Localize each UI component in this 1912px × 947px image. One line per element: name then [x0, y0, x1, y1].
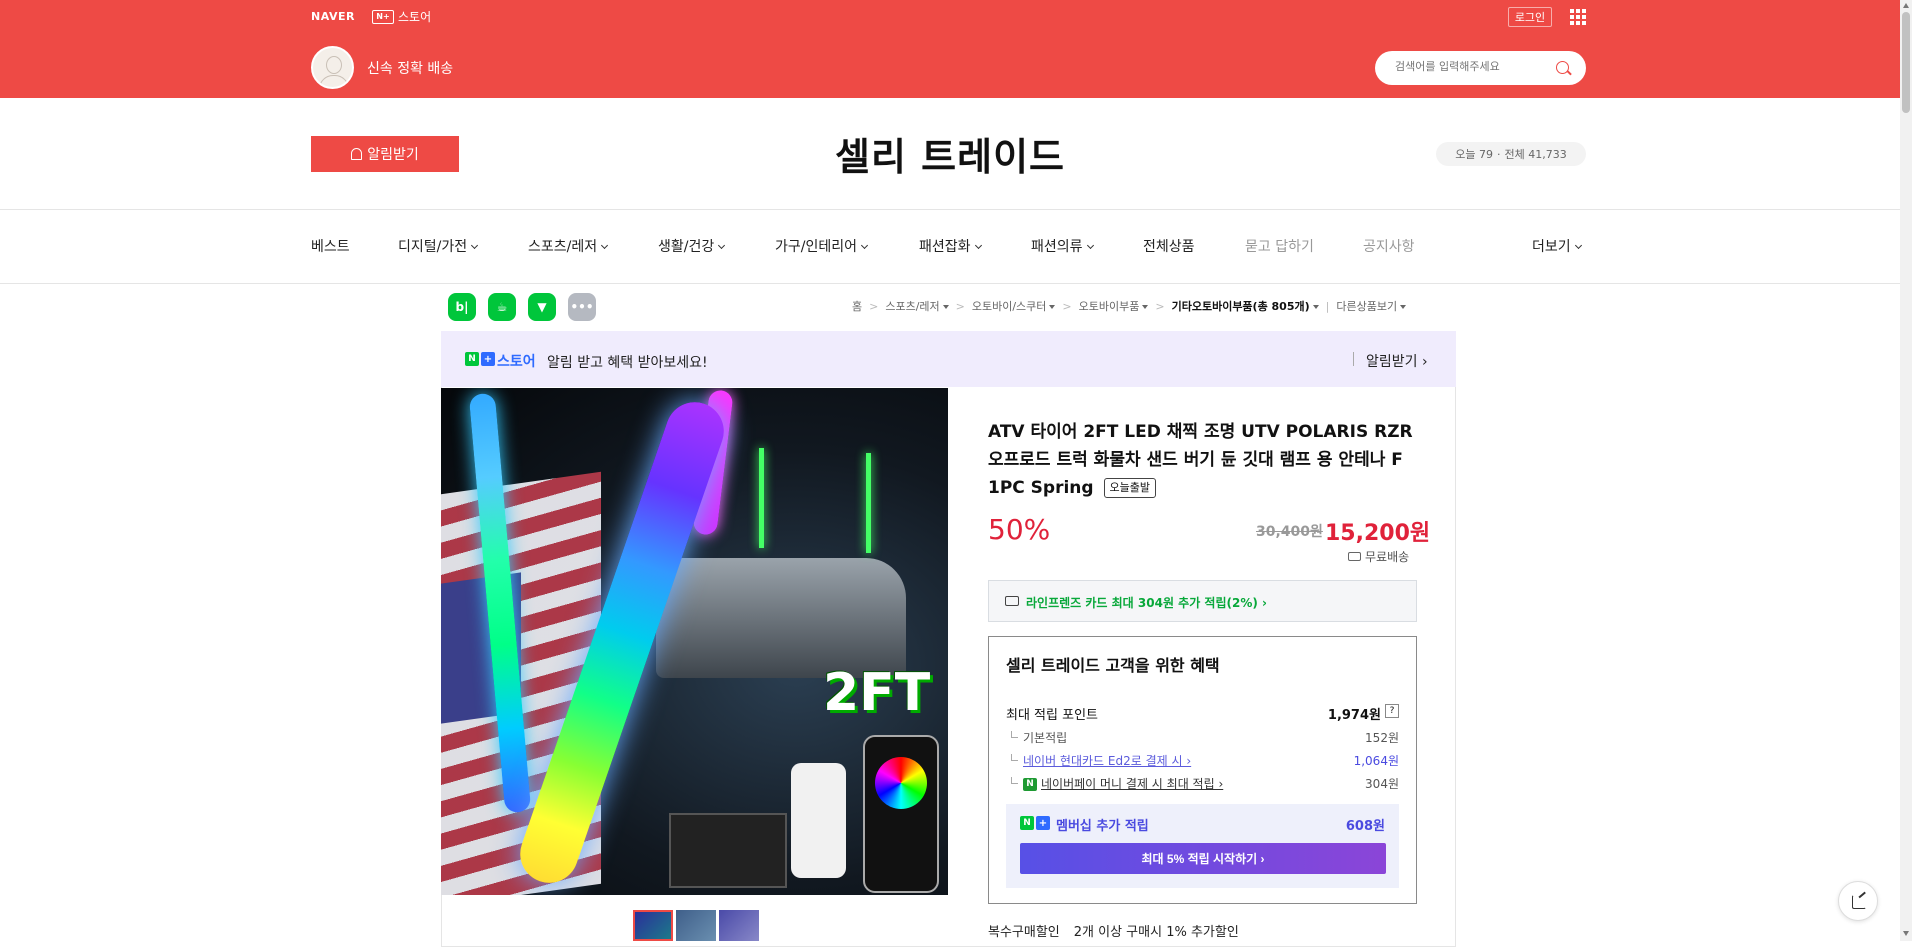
nplus-logo-icon: N +: [465, 352, 495, 366]
bookmark-share-icon[interactable]: ▼: [528, 293, 556, 321]
benefit-title: 셀리 트레이드 고객을 위한 혜택: [1006, 656, 1220, 675]
store-slogan: 신속 정확 배송: [367, 61, 454, 77]
nav-item-best[interactable]: 베스트: [311, 236, 350, 256]
multi-purchase-discount: 복수구매할인 2개 이상 구매시 1% 추가할인: [988, 921, 1239, 940]
chevron-down-icon: [860, 241, 869, 250]
chevron-down-icon: [1086, 241, 1094, 250]
product-title: ATV 타이어 2FT LED 채찍 조명 UTV POLARIS RZR 오프…: [988, 422, 1413, 498]
sale-price: 15,200원: [1325, 521, 1431, 546]
chevron-down-icon: [974, 241, 982, 250]
nav-item-furniture[interactable]: 가구/인테리어: [775, 236, 869, 256]
nplus-icon: N+: [372, 9, 394, 24]
more-share-icon[interactable]: •••: [568, 293, 596, 321]
nav-item-all-products[interactable]: 전체상품: [1143, 236, 1195, 256]
store-avatar[interactable]: [311, 46, 354, 89]
store-title[interactable]: 셀리 트레이드: [0, 126, 1900, 181]
nav-item-notice[interactable]: 공지사항: [1363, 236, 1415, 256]
npay-icon: N: [1023, 778, 1037, 791]
caret-down-icon: [942, 305, 949, 309]
breadcrumb-home[interactable]: 홈: [852, 298, 862, 314]
thumbnail-3[interactable]: [719, 910, 759, 941]
help-icon[interactable]: ?: [1385, 704, 1399, 718]
cafe-share-icon[interactable]: ☕: [488, 293, 516, 321]
hyundai-card-link[interactable]: 네이버 현대카드 Ed2로 결제 시 ›: [1023, 754, 1191, 768]
search-box[interactable]: [1375, 51, 1586, 85]
naver-logo[interactable]: NAVER: [311, 10, 355, 23]
visits-total: 전체 41,733: [1504, 148, 1567, 161]
membership-box: N + 멤버십 추가 적립 608원 최대 5% 적립 시작하기 ›: [1006, 804, 1399, 888]
breadcrumb-parts[interactable]: 오토바이부품: [1079, 298, 1149, 314]
max-points-value: 1,974원: [1327, 708, 1381, 723]
top-bar: NAVER N+ 스토어 로그인 신속 정확 배송: [0, 0, 1900, 98]
chevron-down-icon: [718, 241, 726, 250]
banner-store-label: 스토어: [497, 354, 536, 370]
page-scrollbar[interactable]: [1900, 0, 1912, 941]
caret-down-icon: [1312, 305, 1319, 309]
banner-divider: [1353, 352, 1354, 366]
nav-item-sports[interactable]: 스포츠/레저: [528, 236, 609, 256]
card-points-row: 네이버 현대카드 Ed2로 결제 시 › 1,064원: [1006, 752, 1399, 769]
banner-text: 알림 받고 혜택 받아보세요!: [547, 355, 708, 371]
multi-purchase-text: 2개 이상 구매시 1% 추가할인: [1073, 925, 1239, 940]
nav-item-living[interactable]: 생활/건강: [658, 236, 726, 256]
login-button[interactable]: 로그인: [1508, 7, 1552, 27]
credit-card-icon: [1005, 596, 1019, 606]
store-alarm-banner[interactable]: N + 스토어 알림 받고 혜택 받아보세요! 알림받기 ›: [441, 331, 1456, 387]
nav-item-digital[interactable]: 디지털/가전: [398, 236, 479, 256]
max-points-row: 최대 적립 포인트 1,974원 ?: [1006, 704, 1399, 723]
nav-item-fashion-goods[interactable]: 패션잡화: [919, 236, 982, 256]
card-benefit-text: 라인프렌즈 카드 최대 304원 추가 적립(2%) ›: [1026, 596, 1267, 610]
nav-item-fashion-clothing[interactable]: 패션의류: [1031, 236, 1094, 256]
search-input[interactable]: [1395, 60, 1555, 73]
benefit-panel: 셀리 트레이드 고객을 위한 혜택 최대 적립 포인트 1,974원 ? 기본적…: [988, 636, 1417, 904]
category-nav: 베스트 디지털/가전 스포츠/레저 생활/건강 가구/인테리어 패션잡화 패션의…: [311, 232, 1587, 260]
caret-down-icon: [1400, 305, 1407, 309]
caret-down-icon: [1049, 305, 1056, 309]
breadcrumb-sports[interactable]: 스포츠/레저: [885, 298, 949, 314]
membership-label: 멤버십 추가 적립: [1056, 819, 1149, 834]
visit-counter: 오늘 79 · 전체 41,733: [1436, 142, 1586, 166]
store-label: 스토어: [398, 10, 432, 24]
apps-grid-icon[interactable]: [1570, 9, 1586, 25]
product-main-image[interactable]: 2FT: [441, 388, 948, 895]
share-icon[interactable]: [1838, 881, 1878, 921]
banner-alarm-link[interactable]: 알림받기 ›: [1366, 351, 1428, 371]
chevron-down-icon: [471, 241, 479, 250]
truck-icon: [1348, 552, 1361, 561]
thumbnail-strip: [633, 910, 759, 941]
membership-start-button[interactable]: 최대 5% 적립 시작하기 ›: [1020, 843, 1386, 874]
multi-purchase-label: 복수구매할인: [988, 925, 1060, 940]
breadcrumb-current[interactable]: 기타오토바이부품(총 805개): [1172, 298, 1319, 314]
nav-item-qna[interactable]: 묻고 답하기: [1245, 236, 1314, 256]
other-products-link[interactable]: 다른상품보기: [1336, 298, 1407, 314]
basic-points-row: 기본적립 152원: [1006, 729, 1399, 746]
shipping-info: 무료배송: [1348, 548, 1409, 565]
card-benefit-box[interactable]: 라인프렌즈 카드 최대 304원 추가 적립(2%) ›: [988, 580, 1417, 622]
thumbnail-1[interactable]: [633, 910, 673, 941]
original-price: 30,400원: [1256, 524, 1323, 540]
caret-down-icon: [1142, 305, 1149, 309]
nplus-membership-icon: N +: [1020, 816, 1050, 830]
today-shipping-badge: 오늘출발: [1103, 478, 1156, 498]
thumbnail-2[interactable]: [676, 910, 716, 941]
breadcrumb: 홈 > 스포츠/레저 > 오토바이/스쿠터 > 오토바이부품 > 기타오토바이부…: [852, 298, 1407, 314]
search-icon[interactable]: [1556, 61, 1569, 74]
nplus-store-logo[interactable]: N+ 스토어: [372, 8, 431, 25]
membership-value: 608원: [1345, 819, 1385, 834]
breadcrumb-motorcycle[interactable]: 오토바이/스쿠터: [972, 298, 1056, 314]
npay-link[interactable]: 네이버페이 머니 결제 시 최대 적립 ›: [1041, 777, 1223, 791]
chevron-down-icon: [601, 241, 609, 250]
nav-item-more[interactable]: 더보기: [1532, 236, 1582, 256]
nav-divider: [0, 283, 1900, 284]
visits-today: 오늘 79: [1455, 148, 1493, 161]
image-size-label: 2FT: [823, 663, 931, 723]
npay-points-row: N 네이버페이 머니 결제 시 최대 적립 › 304원: [1006, 775, 1399, 792]
scrollbar-thumb[interactable]: [1902, 12, 1910, 113]
scroll-up-arrow[interactable]: [1903, 3, 1909, 8]
chevron-down-icon: [1574, 241, 1582, 250]
discount-rate: 50%: [988, 513, 1051, 546]
blog-share-icon[interactable]: b|: [448, 293, 476, 321]
header-divider: [0, 209, 1900, 210]
scroll-down-arrow[interactable]: [1903, 931, 1909, 936]
